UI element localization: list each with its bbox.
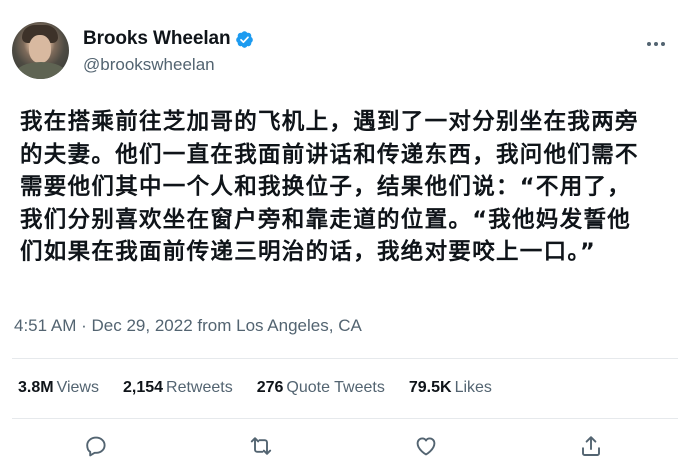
share-button[interactable] xyxy=(573,428,609,464)
tweet-text: 我在搭乘前往芝加哥的飞机上，遇到了一对分别坐在我两旁 的夫妻。他们一直在我面前讲… xyxy=(20,106,680,269)
tweet-date-link[interactable]: Dec 29, 2022 xyxy=(92,316,193,335)
share-icon xyxy=(582,436,600,456)
display-name[interactable]: Brooks Wheelan xyxy=(83,28,231,50)
quote-tweets-stat[interactable]: 276 Quote Tweets xyxy=(257,379,385,397)
retweets-label: Retweets xyxy=(166,379,233,396)
timestamp-separator: · xyxy=(81,316,87,335)
retweets-stat[interactable]: 2,154 Retweets xyxy=(123,379,233,397)
tweet-line: 们如果在我面前传递三明治的话，我绝对要咬上一口。” xyxy=(20,239,597,265)
avatar-face xyxy=(29,35,51,63)
views-label: Views xyxy=(56,379,99,396)
likes-label: Likes xyxy=(454,379,492,396)
verified-badge-icon xyxy=(236,30,254,48)
tweet-date: Dec 29, 2022 xyxy=(91,316,193,335)
retweet-icon xyxy=(250,437,272,455)
tweet-location: from Los Angeles, CA xyxy=(197,316,362,335)
divider xyxy=(12,418,678,419)
reply-icon xyxy=(86,436,106,457)
display-name-row[interactable]: Brooks Wheelan xyxy=(83,28,254,50)
retweet-button[interactable] xyxy=(243,428,279,464)
more-options-icon[interactable] xyxy=(642,34,670,54)
avatar[interactable] xyxy=(12,22,69,79)
like-button[interactable] xyxy=(408,428,444,464)
likes-count: 79.5K xyxy=(408,379,452,396)
tweet-line: 我在搭乘前往芝加哥的飞机上，遇到了一对分别坐在我两旁 xyxy=(20,109,639,135)
tweet-line: 需要他们其中一个人和我换位子，结果他们说：“不用了， xyxy=(20,174,632,200)
views-stat: 3.8M Views xyxy=(18,379,99,397)
tweet-timestamp: 4:51 AM · Dec 29, 2022 from Los Angeles,… xyxy=(14,316,362,336)
divider xyxy=(12,358,678,359)
quote-tweets-count: 276 xyxy=(256,379,284,396)
user-handle[interactable]: @brookswheelan xyxy=(83,55,254,75)
likes-stat[interactable]: 79.5K Likes xyxy=(409,379,492,397)
tweet-header: Brooks Wheelan @brookswheelan xyxy=(12,22,678,86)
tweet-stats: 3.8M Views 2,154 Retweets 276 Quote Tweets … xyxy=(18,379,516,397)
tweet-line: 我们分别喜欢坐在窗户旁和靠走道的位置。“我他妈发誓他 xyxy=(20,206,632,233)
quote-tweets-label: Quote Tweets xyxy=(286,379,385,396)
tweet-line: 的夫妻。他们一直在我面前讲话和传递东西，我问他们需不 xyxy=(20,141,639,168)
author-info: Brooks Wheelan @brookswheelan xyxy=(83,28,254,75)
tweet-actions xyxy=(0,428,690,464)
views-count: 3.8M xyxy=(18,379,54,396)
avatar-shirt xyxy=(16,62,66,79)
tweet-time: 4:51 AM xyxy=(14,316,77,335)
like-icon xyxy=(416,437,436,456)
tweet-time-link[interactable]: 4:51 AM xyxy=(14,316,76,335)
retweets-count: 2,154 xyxy=(122,379,164,396)
reply-button[interactable] xyxy=(78,428,114,464)
